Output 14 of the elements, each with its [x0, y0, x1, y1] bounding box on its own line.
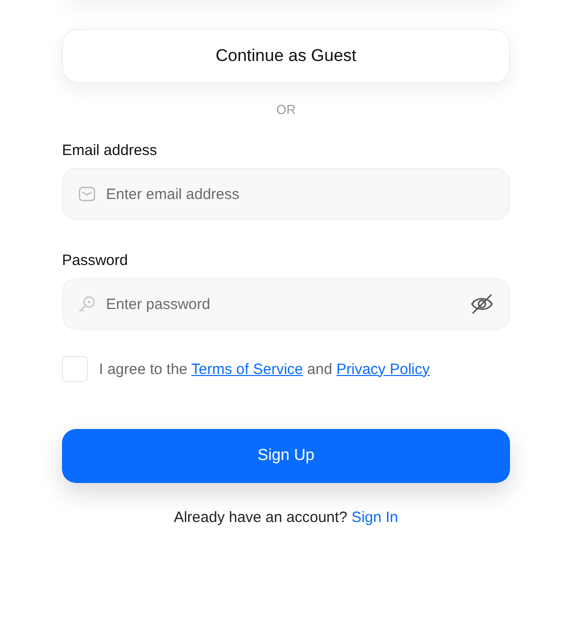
sign-up-button[interactable]: Sign Up: [62, 429, 510, 483]
sign-in-link[interactable]: Sign In: [351, 509, 398, 526]
eye-off-icon[interactable]: [470, 292, 494, 316]
guest-button[interactable]: Continue as Guest: [62, 29, 510, 83]
field-label: Email address: [62, 142, 158, 159]
checkbox[interactable]: [62, 356, 88, 382]
input-field[interactable]: Enter password: [62, 278, 510, 330]
terms-link[interactable]: Terms of Service: [191, 360, 303, 378]
input-field[interactable]: Enter email address: [62, 168, 510, 220]
divider-text: OR: [276, 102, 296, 117]
agreement-text: I agree to the Terms of Service and Privacy Policy: [99, 360, 430, 378]
field-label: Password: [62, 252, 129, 269]
sign-in-prompt: Already have an account? Sign In: [174, 509, 398, 526]
privacy-link[interactable]: Privacy Policy: [336, 360, 430, 378]
